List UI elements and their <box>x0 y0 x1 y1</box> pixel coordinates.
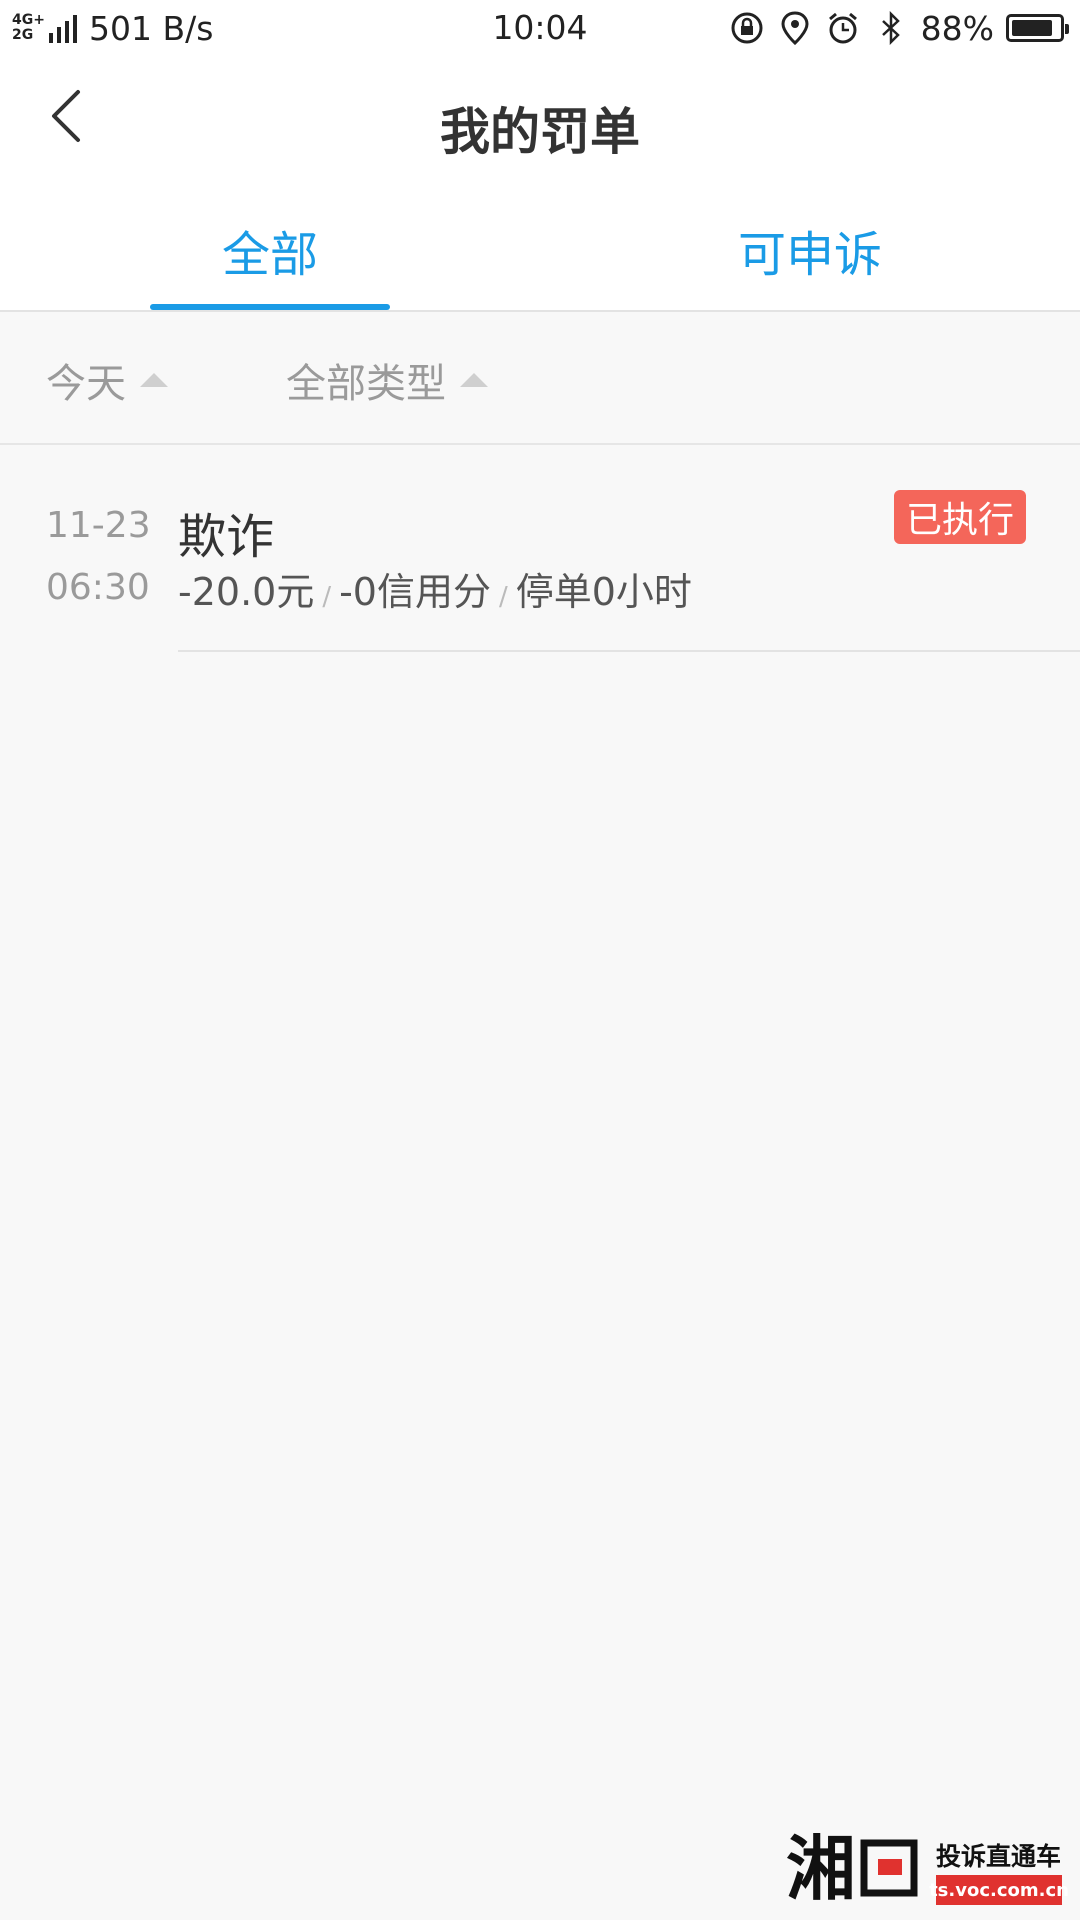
divider <box>178 650 1080 652</box>
watermark-slogan: 投诉直通车 <box>936 1842 1062 1871</box>
page: 4G+ 2G 501 B/s 10:04 88% 我的罚单 全部 可申诉 今天 … <box>0 0 1080 1920</box>
watermark: 湘 投诉直通车 ts.voc.com.cn <box>786 1825 1069 1910</box>
list-item[interactable]: 11-23 06:30 欺诈 -20.0元 / -0信用分 / 停单0小时 已执行 <box>0 447 1080 652</box>
caret-up-icon <box>140 373 168 387</box>
type-filter-label: 全部类型 <box>286 361 446 407</box>
header: 我的罚单 <box>0 56 1080 190</box>
battery-level <box>1012 20 1053 36</box>
record-suspension: 停单0小时 <box>515 570 692 614</box>
network-type-top: 4G+ <box>12 12 45 28</box>
record-date: 11-23 <box>46 505 151 546</box>
record-amount: -20.0元 <box>178 570 315 614</box>
tab-active-indicator <box>150 304 390 310</box>
tab-appealable[interactable]: 可申诉 <box>690 190 930 310</box>
tab-all[interactable]: 全部 <box>150 190 390 310</box>
separator: / <box>322 582 332 612</box>
date-filter-dropdown[interactable]: 今天 <box>46 352 168 408</box>
type-filter-dropdown[interactable]: 全部类型 <box>286 352 488 408</box>
alarm-icon <box>825 10 861 46</box>
battery-percent: 88% <box>920 8 994 48</box>
screen-lock-rotation-icon <box>729 10 765 46</box>
page-title: 我的罚单 <box>440 103 640 161</box>
network-type: 4G+ 2G <box>12 13 45 43</box>
record-credit: -0信用分 <box>339 570 491 614</box>
record-time: 06:30 <box>46 567 150 608</box>
record-detail: -20.0元 / -0信用分 / 停单0小时 <box>178 561 692 616</box>
network-type-bottom: 2G <box>12 27 34 43</box>
separator: / <box>498 582 508 612</box>
svg-text:湘: 湘 <box>786 1832 856 1909</box>
caret-up-icon <box>460 373 488 387</box>
tab-bar: 全部 可申诉 <box>0 190 1080 312</box>
signal-icon <box>48 13 77 43</box>
filter-bar: 今天 全部类型 <box>0 312 1080 445</box>
watermark-url: ts.voc.com.cn <box>929 1875 1069 1905</box>
record-title: 欺诈 <box>178 509 275 565</box>
status-bar-left: 4G+ 2G 501 B/s <box>12 0 213 56</box>
location-icon <box>777 10 813 46</box>
bluetooth-icon <box>873 10 909 46</box>
date-filter-label: 今天 <box>46 361 126 407</box>
watermark-logo: 湘 <box>786 1832 918 1909</box>
status-badge: 已执行 <box>894 490 1026 544</box>
network-speed: 501 B/s <box>88 8 214 48</box>
status-bar-right: 88% <box>729 0 1069 56</box>
battery-icon <box>1006 14 1069 42</box>
status-bar: 4G+ 2G 501 B/s 10:04 88% <box>0 0 1080 56</box>
